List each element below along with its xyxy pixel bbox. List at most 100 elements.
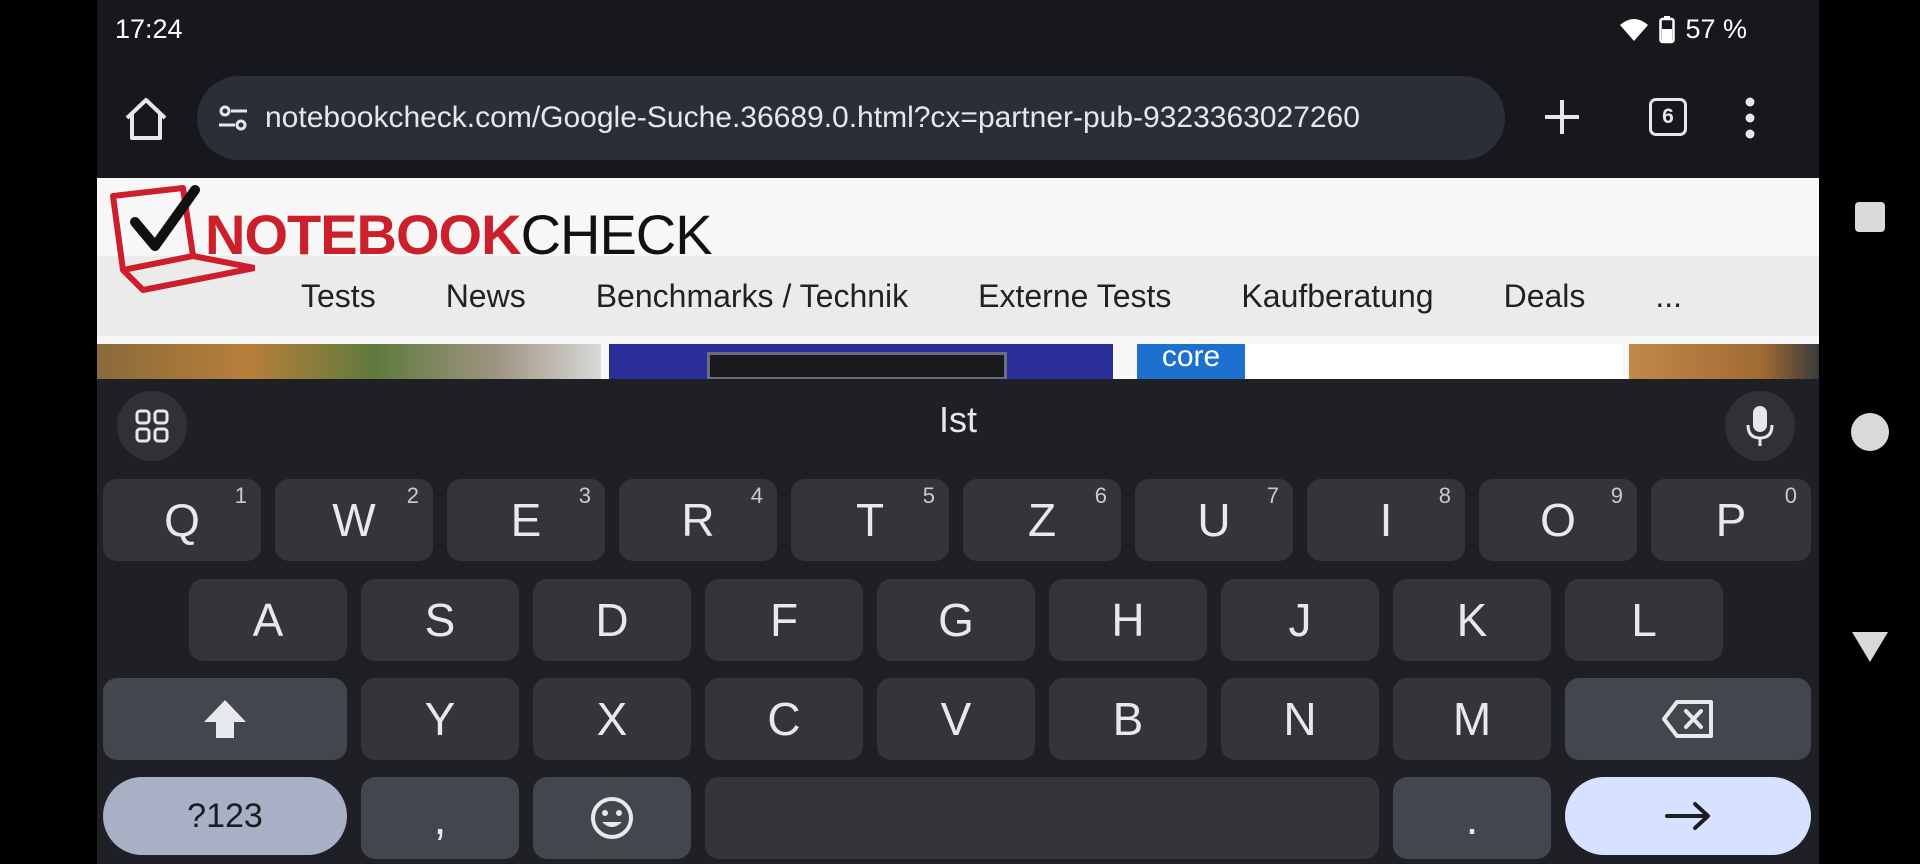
backspace-key[interactable] — [1565, 678, 1811, 760]
key-g[interactable]: G — [877, 579, 1035, 661]
nav-kaufberatung[interactable]: Kaufberatung — [1241, 278, 1433, 315]
key-t[interactable]: T5 — [791, 479, 949, 561]
url-text[interactable]: notebookcheck.com/Google-Suche.36689.0.h… — [265, 101, 1360, 135]
space-key[interactable] — [705, 777, 1379, 859]
tabs-icon[interactable]: 6 — [1649, 98, 1687, 136]
key-hint: 3 — [578, 483, 591, 508]
key-hint: 9 — [1610, 483, 1623, 508]
key-label: C — [767, 693, 801, 745]
key-label: P — [1715, 494, 1747, 546]
key-u[interactable]: U7 — [1135, 479, 1293, 561]
comma-key[interactable]: , — [361, 777, 519, 859]
key-label: X — [596, 693, 628, 745]
key-v[interactable]: V — [877, 678, 1035, 760]
browser-toolbar: notebookcheck.com/Google-Suche.36689.0.h… — [97, 62, 1819, 176]
key-label: . — [1465, 792, 1479, 844]
key-l[interactable]: L — [1565, 579, 1723, 661]
key-label: L — [1631, 594, 1657, 646]
key-label: S — [424, 594, 456, 646]
thumbnail-image[interactable] — [1629, 344, 1819, 379]
key-hint: 5 — [922, 483, 935, 508]
status-bar: 17:24 57 % — [97, 0, 1819, 62]
key-m[interactable]: M — [1393, 678, 1551, 760]
tune-icon[interactable] — [215, 100, 251, 136]
key-label: J — [1288, 594, 1312, 646]
battery-level: 57 % — [1685, 14, 1747, 44]
mic-icon[interactable] — [1725, 391, 1795, 461]
key-label: N — [1283, 693, 1317, 745]
key-label: D — [595, 594, 629, 646]
key-label: ?123 — [187, 796, 263, 835]
plus-icon[interactable] — [1537, 92, 1587, 142]
status-right: 57 % — [1619, 14, 1747, 45]
nav-deals[interactable]: Deals — [1504, 278, 1586, 315]
enter-key[interactable] — [1565, 777, 1811, 855]
suggestion-strip: Ist — [97, 379, 1819, 465]
key-z[interactable]: Z6 — [963, 479, 1121, 561]
key-x[interactable]: X — [533, 678, 691, 760]
battery-icon — [1659, 15, 1676, 43]
emoji-icon — [591, 797, 633, 839]
more-vert-icon[interactable] — [1743, 96, 1757, 140]
key-hint: 0 — [1784, 483, 1797, 508]
home-icon[interactable] — [121, 94, 171, 144]
triangle-icon[interactable] — [1850, 630, 1890, 664]
key-f[interactable]: F — [705, 579, 863, 661]
phone-screen: 17:24 57 % notebookcheck.com/Google-Such… — [97, 0, 1819, 864]
square-icon[interactable] — [1853, 200, 1887, 234]
shift-icon — [204, 700, 246, 738]
emoji-key[interactable] — [533, 777, 691, 859]
logo-text-black: CHECK — [520, 203, 713, 266]
thumbnail-image[interactable]: core — [1137, 342, 1623, 379]
key-k[interactable]: K — [1393, 579, 1551, 661]
key-label: I — [1379, 494, 1393, 546]
suggestion-word[interactable]: Ist — [97, 399, 1819, 441]
key-label: K — [1456, 594, 1488, 646]
shift-key[interactable] — [103, 678, 347, 760]
key-b[interactable]: B — [1049, 678, 1207, 760]
key-p[interactable]: P0 — [1651, 479, 1811, 561]
nav-externe-tests[interactable]: Externe Tests — [978, 278, 1171, 315]
period-key[interactable]: . — [1393, 777, 1551, 859]
key-r[interactable]: R4 — [619, 479, 777, 561]
logo-text-red: NOTEBOOK — [205, 203, 522, 266]
key-c[interactable]: C — [705, 678, 863, 760]
key-o[interactable]: O9 — [1479, 479, 1637, 561]
key-s[interactable]: S — [361, 579, 519, 661]
key-label: Y — [424, 693, 456, 745]
key-label: M — [1452, 693, 1492, 745]
key-label: G — [938, 594, 974, 646]
key-n[interactable]: N — [1221, 678, 1379, 760]
key-j[interactable]: J — [1221, 579, 1379, 661]
key-hint: 6 — [1094, 483, 1107, 508]
system-nav-bar — [1820, 0, 1920, 864]
site-logo[interactable]: NOTEBOOKCHECK — [105, 184, 725, 294]
key-y[interactable]: Y — [361, 678, 519, 760]
key-d[interactable]: D — [533, 579, 691, 661]
key-h[interactable]: H — [1049, 579, 1207, 661]
key-q[interactable]: Q1 — [103, 479, 261, 561]
key-e[interactable]: E3 — [447, 479, 605, 561]
key-w[interactable]: W2 — [275, 479, 433, 561]
thumbnail-image[interactable] — [97, 344, 601, 379]
key-a[interactable]: A — [189, 579, 347, 661]
nav-more[interactable]: ... — [1655, 278, 1682, 315]
address-bar[interactable]: notebookcheck.com/Google-Suche.36689.0.h… — [197, 76, 1505, 160]
tab-count: 6 — [1662, 105, 1674, 128]
article-thumbnails: core — [97, 342, 1819, 379]
key-label: F — [769, 594, 799, 646]
key-label: B — [1112, 693, 1144, 745]
symbols-key[interactable]: ?123 — [103, 777, 347, 855]
key-i[interactable]: I8 — [1307, 479, 1465, 561]
soft-keyboard: Ist Q1 W2 E3 R4 T5 Z6 U7 I8 O9 P0 A S D … — [97, 379, 1819, 864]
thumbnail-image[interactable] — [609, 344, 1113, 379]
key-label: Z — [1027, 494, 1057, 546]
key-label: O — [1540, 494, 1576, 546]
key-label: E — [510, 494, 542, 546]
key-label: Q — [164, 494, 200, 546]
key-hint: 4 — [750, 483, 763, 508]
status-time: 17:24 — [115, 14, 183, 44]
key-label: U — [1197, 494, 1231, 546]
backspace-icon — [1662, 700, 1713, 738]
circle-icon[interactable] — [1850, 412, 1890, 452]
